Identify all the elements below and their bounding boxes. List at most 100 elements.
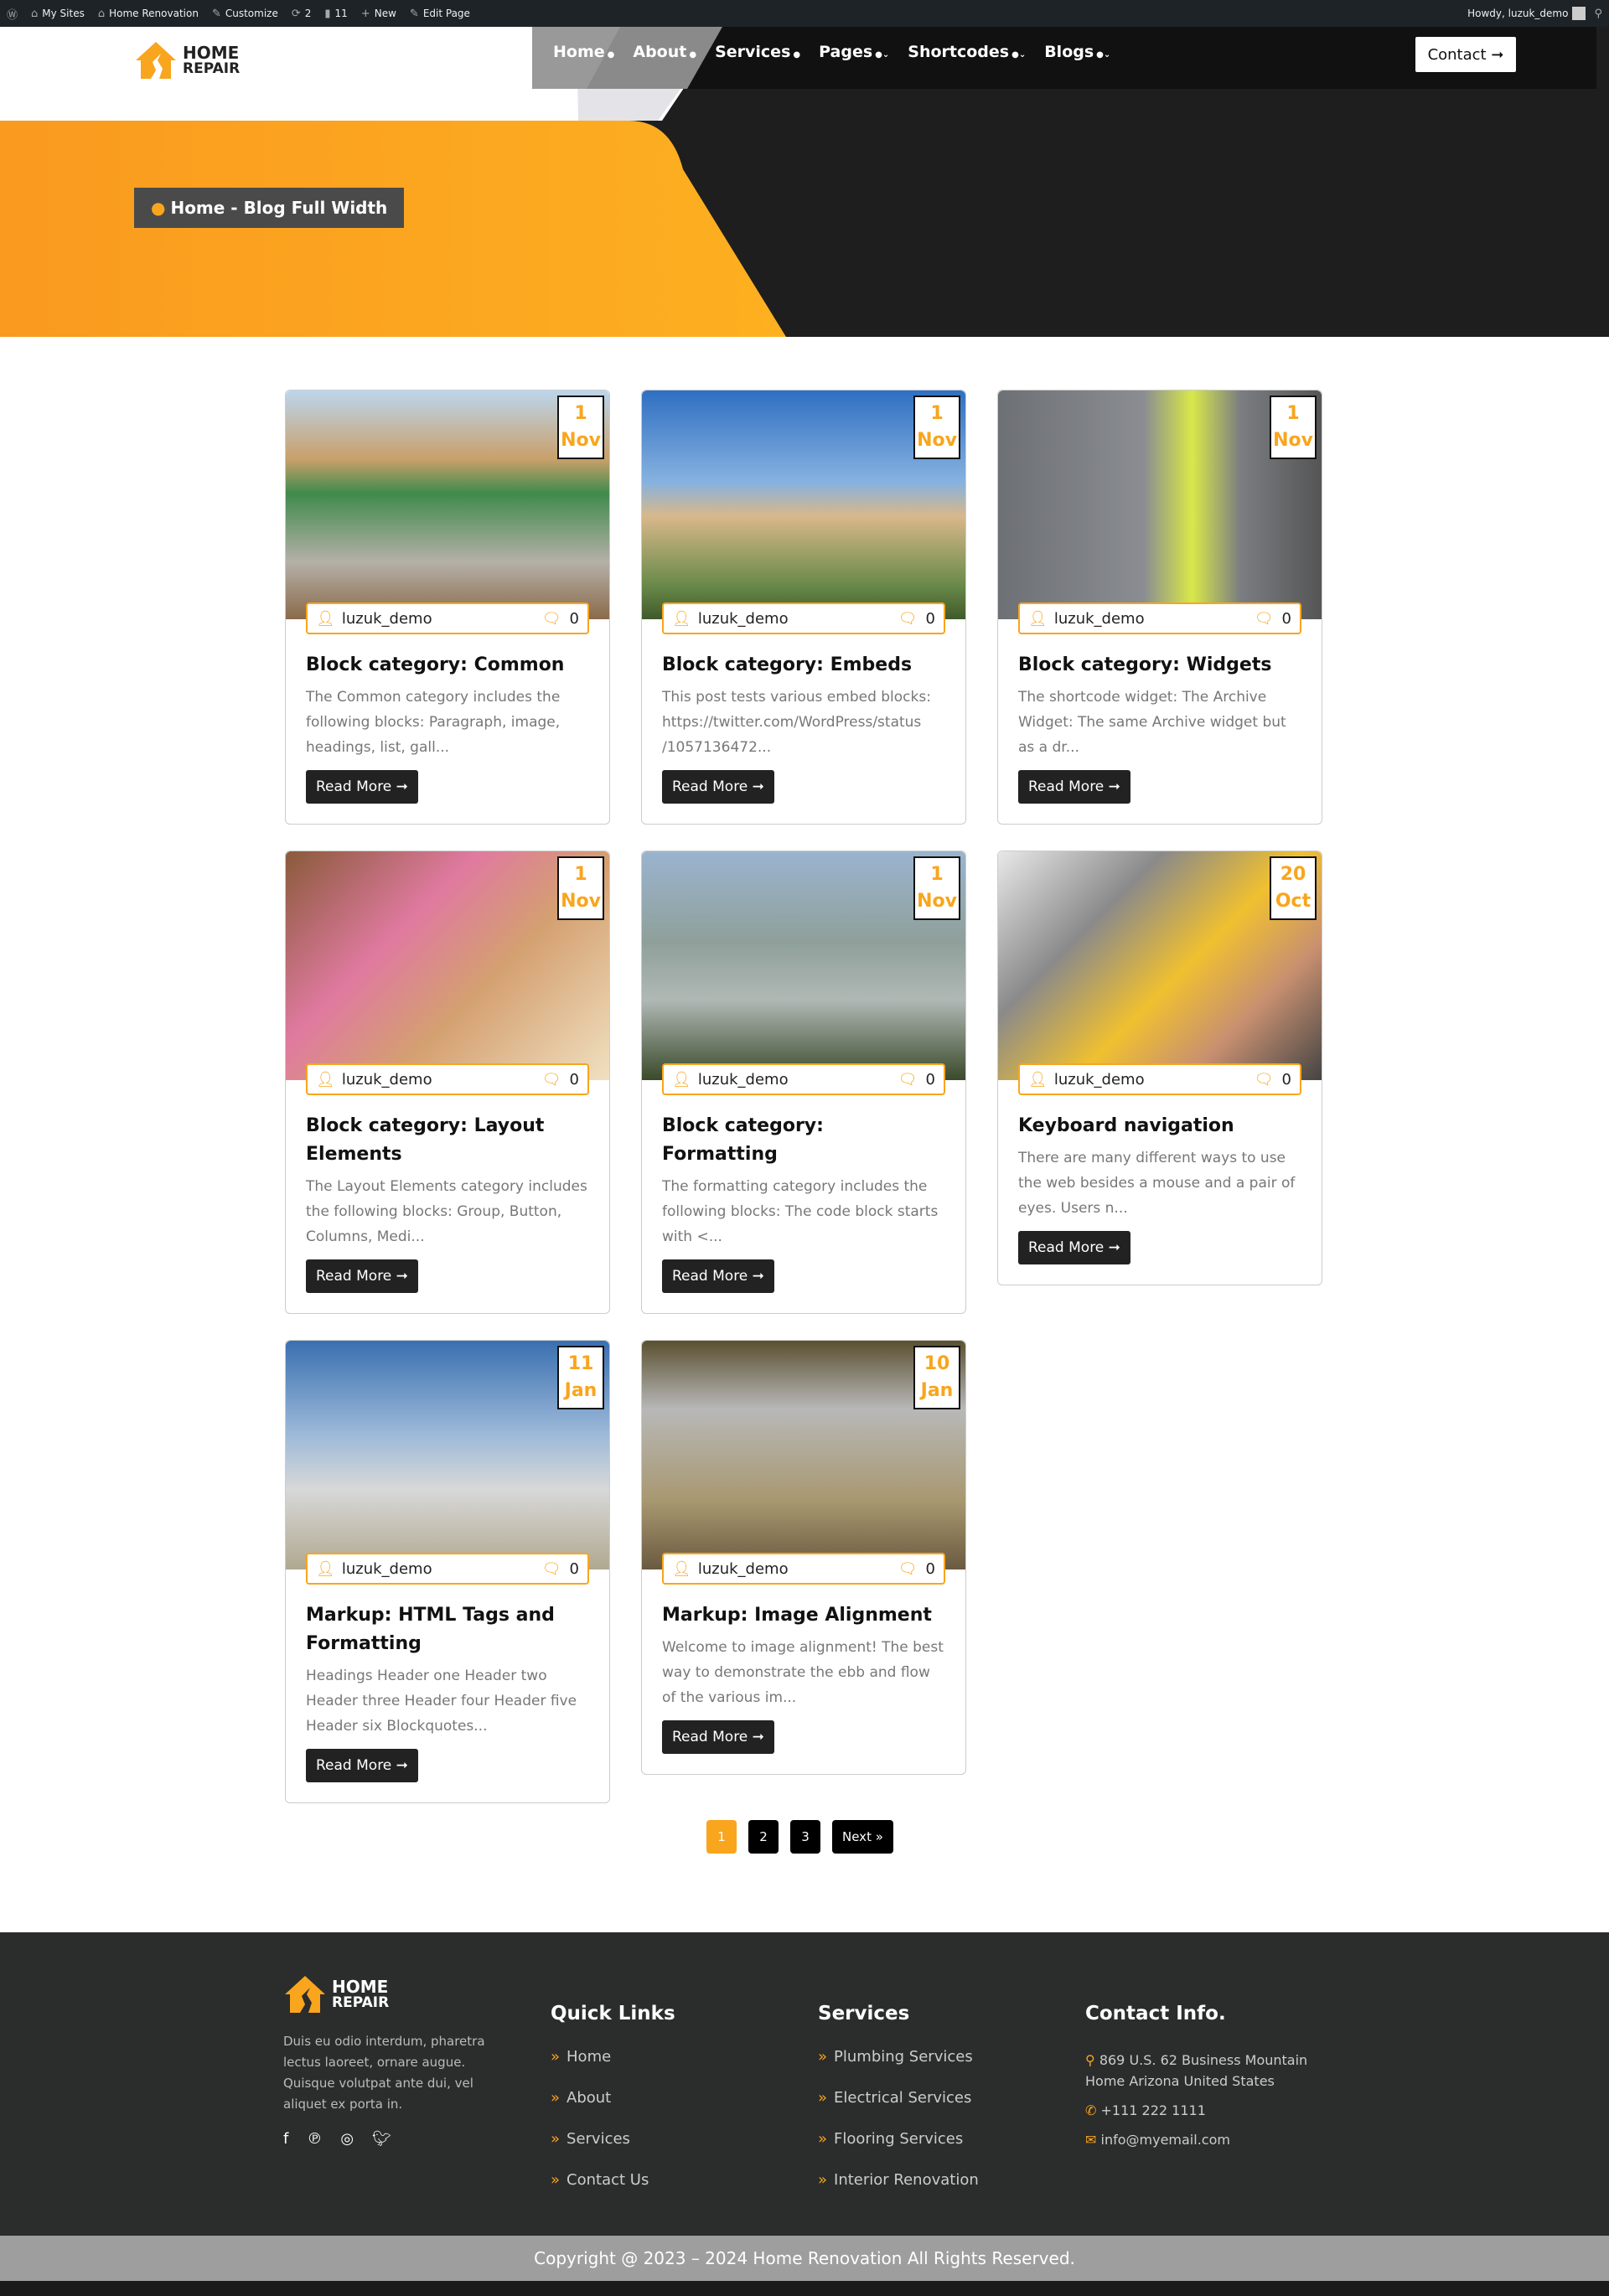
account-menu[interactable]: Howdy, luzuk_demo	[1467, 7, 1586, 20]
post-card: 11 Jan 👤︎ luzuk_demo 🗨︎ 0 Markup: HTML Tags…	[285, 1340, 610, 1803]
read-more-button[interactable]: Read More ➞	[306, 1259, 418, 1293]
post-thumbnail[interactable]: 10 Jan	[642, 1341, 965, 1569]
post-author[interactable]: luzuk_demo	[698, 1071, 789, 1089]
post-meta: 👤︎ luzuk_demo 🗨︎ 0	[662, 602, 945, 634]
dot-icon: ●⌄	[1011, 50, 1027, 59]
post-thumbnail[interactable]: 1 Nov	[998, 390, 1322, 619]
user-icon: 👤︎	[1028, 1070, 1048, 1089]
house-logo-icon	[285, 1976, 325, 2013]
read-more-button[interactable]: Read More ➞	[662, 1259, 774, 1293]
footer-link-services[interactable]: » Services	[551, 2130, 675, 2148]
read-more-button[interactable]: Read More ➞	[662, 770, 774, 804]
post-thumbnail[interactable]: 20 Oct	[998, 851, 1322, 1080]
post-thumbnail[interactable]: 1 Nov	[642, 851, 965, 1080]
footer-link-about[interactable]: » About	[551, 2089, 675, 2107]
logo-line2: REPAIR	[332, 1993, 390, 2011]
nav-about[interactable]: About ●	[633, 43, 696, 61]
contact-email[interactable]: ✉ info@myemail.com	[1085, 2129, 1320, 2150]
post-title[interactable]: Markup: Image Alignment	[662, 1601, 945, 1630]
facebook-icon[interactable]: f	[283, 2130, 288, 2148]
read-more-button[interactable]: Read More ➞	[1018, 1231, 1130, 1264]
nav-shortcodes[interactable]: Shortcodes ●⌄	[908, 43, 1026, 61]
post-title[interactable]: Block category: Widgets	[1018, 651, 1301, 680]
post-author[interactable]: luzuk_demo	[698, 610, 789, 628]
footer-service-electrical[interactable]: » Electrical Services	[818, 2089, 979, 2107]
edit-page-link[interactable]: ✎ Edit Page	[410, 8, 470, 20]
post-comments-count[interactable]: 0	[1282, 610, 1291, 628]
post-title[interactable]: Block category: Layout Elements	[306, 1112, 589, 1169]
post-comments-count[interactable]: 0	[570, 1071, 579, 1089]
contact-phone[interactable]: ✆ +111 222 1111	[1085, 2100, 1320, 2121]
read-more-button[interactable]: Read More ➞	[306, 770, 418, 804]
plus-icon: +	[360, 7, 370, 20]
footer-logo[interactable]: HOME REPAIR	[283, 1974, 510, 2014]
comments-count: 11	[334, 8, 348, 19]
comments-link[interactable]: ▮ 11	[324, 8, 347, 20]
post-day: 20	[1280, 864, 1306, 885]
post-date-badge: 1 Nov	[913, 856, 960, 920]
sites-icon: ⌂	[31, 7, 39, 20]
page-2[interactable]: 2	[748, 1820, 779, 1854]
phone-icon: ✆	[1085, 2102, 1097, 2118]
post-thumbnail[interactable]: 1 Nov	[286, 390, 609, 619]
footer-link-contact[interactable]: » Contact Us	[551, 2171, 675, 2189]
post-title[interactable]: Markup: HTML Tags and Formatting	[306, 1601, 589, 1658]
nav-services[interactable]: Services ●	[715, 43, 800, 61]
updates-link[interactable]: ⟳ 2	[292, 8, 312, 20]
my-sites-link[interactable]: ⌂ My Sites	[31, 8, 85, 20]
contact-button[interactable]: Contact ➞	[1415, 37, 1516, 72]
page-1[interactable]: 1	[706, 1820, 737, 1854]
home-icon: ⌂	[97, 7, 106, 20]
post-author[interactable]: luzuk_demo	[1054, 1071, 1145, 1089]
site-name-link[interactable]: ⌂ Home Renovation	[98, 8, 199, 20]
nav-pages[interactable]: Pages ●⌄	[819, 43, 889, 61]
comments-icon: 🗨︎	[1254, 609, 1274, 628]
post-comments-count[interactable]: 0	[570, 610, 579, 628]
wordpress-menu[interactable]: Ⓦ	[7, 6, 18, 22]
instagram-icon[interactable]: ◎	[340, 2130, 354, 2148]
next-page[interactable]: Next »	[832, 1820, 893, 1854]
footer-service-flooring[interactable]: » Flooring Services	[818, 2130, 979, 2148]
footer-link-home[interactable]: » Home	[551, 2048, 675, 2066]
read-more-label: Read More	[672, 1268, 748, 1285]
post-comments-count[interactable]: 0	[570, 1560, 579, 1578]
post-comments-count[interactable]: 0	[926, 1071, 935, 1089]
read-more-label: Read More	[672, 1729, 748, 1745]
page-3[interactable]: 3	[790, 1820, 820, 1854]
post-comments-count[interactable]: 0	[1282, 1071, 1291, 1089]
post-author[interactable]: luzuk_demo	[342, 1071, 432, 1089]
post-author[interactable]: luzuk_demo	[698, 1560, 789, 1578]
footer-service-plumbing[interactable]: » Plumbing Services	[818, 2048, 979, 2066]
nav-home[interactable]: Home ●	[553, 43, 614, 61]
customize-link[interactable]: ✎ Customize	[212, 8, 278, 20]
post-title[interactable]: Block category: Embeds	[662, 651, 945, 680]
post-author[interactable]: luzuk_demo	[342, 610, 432, 628]
post-thumbnail[interactable]: 1 Nov	[642, 390, 965, 619]
post-comments-count[interactable]: 0	[926, 1560, 935, 1578]
footer-about: Duis eu odio interdum, pharetra lectus l…	[283, 2034, 485, 2112]
arrow-right-icon: ➞	[396, 1268, 408, 1285]
search-icon[interactable]: ⚲	[1594, 8, 1602, 20]
footer-service-interior[interactable]: » Interior Renovation	[818, 2171, 979, 2189]
read-more-button[interactable]: Read More ➞	[1018, 770, 1130, 804]
howdy-text: Howdy, luzuk_demo	[1467, 8, 1569, 19]
contact-label: Contact	[1427, 45, 1487, 64]
post-thumbnail[interactable]: 11 Jan	[286, 1341, 609, 1569]
post-thumbnail[interactable]: 1 Nov	[286, 851, 609, 1080]
post-comments-count[interactable]: 0	[926, 610, 935, 628]
nav-label: Pages	[819, 43, 873, 61]
new-link[interactable]: + New	[361, 8, 396, 20]
user-icon: 👤︎	[672, 609, 691, 628]
pinterest-icon[interactable]: ℗	[307, 2130, 322, 2148]
post-author[interactable]: luzuk_demo	[342, 1560, 432, 1578]
post-title[interactable]: Block category: Common	[306, 651, 589, 680]
twitter-icon[interactable]: 🐦︎	[372, 2130, 391, 2148]
post-title[interactable]: Keyboard navigation	[1018, 1112, 1301, 1140]
read-more-button[interactable]: Read More ➞	[662, 1720, 774, 1754]
read-more-button[interactable]: Read More ➞	[306, 1749, 418, 1782]
site-logo[interactable]: HOME REPAIR	[134, 40, 240, 80]
user-icon: 👤︎	[316, 1559, 335, 1578]
nav-blogs[interactable]: Blogs ●⌄	[1044, 43, 1110, 61]
post-author[interactable]: luzuk_demo	[1054, 610, 1145, 628]
post-title[interactable]: Block category: Formatting	[662, 1112, 945, 1169]
